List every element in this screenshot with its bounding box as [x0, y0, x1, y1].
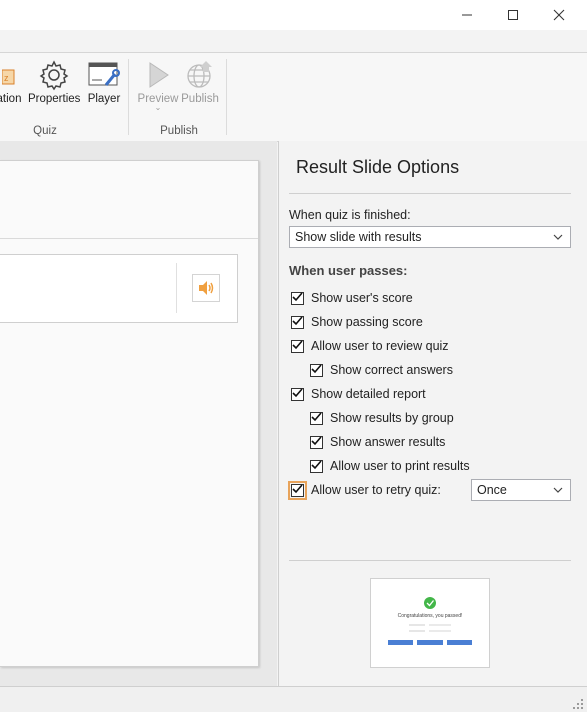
publish-label: Publish — [181, 93, 219, 105]
close-button[interactable] — [536, 0, 582, 30]
checkbox-checked-icon — [291, 291, 304, 305]
animation-button[interactable]: z ation — [0, 57, 24, 105]
allow-print-checkbox[interactable]: Allow user to print results — [310, 458, 470, 474]
checkbox-checked-icon — [288, 480, 307, 500]
minimize-icon — [462, 14, 472, 16]
title-bar — [0, 0, 587, 30]
checkbox-checked-icon — [291, 339, 304, 353]
animation-icon: z — [2, 69, 15, 85]
answer-results-checkbox[interactable]: Show answer results — [310, 434, 445, 450]
answer-results-label: Show answer results — [330, 435, 446, 449]
allow-retry-checkbox[interactable]: Allow user to retry quiz: — [288, 480, 441, 500]
checkbox-checked-icon — [291, 315, 304, 329]
minimize-button[interactable] — [444, 0, 490, 30]
show-score-checkbox[interactable]: Show user's score — [291, 290, 413, 306]
maximize-icon — [508, 10, 518, 20]
checkbox-checked-icon — [310, 435, 323, 449]
animation-label: ation — [0, 93, 22, 105]
checkbox-checked-icon — [310, 363, 323, 377]
group-separator — [128, 59, 129, 135]
preview-message: Congratulations, you passed! — [398, 613, 463, 619]
checkbox-checked-icon — [291, 387, 304, 401]
player-button[interactable]: Player — [86, 57, 122, 105]
player-icon — [88, 62, 120, 86]
close-icon — [553, 9, 565, 21]
retry-count-value: Once — [477, 483, 507, 497]
allow-review-checkbox[interactable]: Allow user to review quiz — [291, 338, 449, 354]
title-divider — [289, 193, 571, 194]
publish-button[interactable]: Publish — [178, 57, 222, 105]
show-passing-checkbox[interactable]: Show passing score — [291, 314, 423, 330]
properties-button[interactable]: Properties — [28, 57, 80, 105]
allow-print-label: Allow user to print results — [330, 459, 470, 473]
show-correct-label: Show correct answers — [330, 363, 453, 377]
play-icon — [149, 62, 169, 88]
results-by-group-label: Show results by group — [330, 411, 454, 425]
speaker-icon — [199, 281, 214, 295]
quiz-group-label: Quiz — [33, 125, 57, 137]
allow-retry-label: Allow user to retry quiz: — [311, 483, 441, 497]
quiz-finished-value: Show slide with results — [295, 230, 422, 244]
maximize-button[interactable] — [490, 0, 536, 30]
quiz-finished-label: When quiz is finished: — [289, 208, 411, 222]
status-bar — [0, 686, 587, 712]
checkbox-checked-icon — [310, 459, 323, 473]
preview-divider — [289, 560, 571, 561]
slide[interactable] — [0, 160, 259, 667]
globe-icon — [187, 61, 212, 88]
quiz-finished-select[interactable]: Show slide with results — [289, 226, 571, 248]
resize-grip-icon[interactable] — [573, 699, 583, 709]
svg-text:z: z — [4, 73, 9, 83]
preview-button[interactable]: Preview ⌄ — [136, 57, 180, 112]
chevron-down-icon — [553, 234, 563, 240]
show-report-checkbox[interactable]: Show detailed report — [291, 386, 426, 402]
slide-divider — [0, 238, 258, 239]
result-slide-preview: Congratulations, you passed! — [370, 578, 490, 668]
preview-dropdown-icon: ⌄ — [154, 103, 162, 112]
show-correct-checkbox[interactable]: Show correct answers — [310, 362, 453, 378]
checkbox-checked-icon — [310, 411, 323, 425]
audio-separator — [176, 263, 177, 313]
properties-label: Properties — [28, 93, 81, 105]
results-by-group-checkbox[interactable]: Show results by group — [310, 410, 454, 426]
panel-title: Result Slide Options — [296, 157, 460, 177]
group-separator — [226, 59, 227, 135]
user-passes-heading: When user passes: — [289, 263, 408, 278]
audio-button[interactable] — [192, 274, 220, 302]
publish-group-label: Publish — [160, 125, 198, 137]
chevron-down-icon — [553, 487, 563, 493]
ribbon: z ation Properties Player Quiz — [0, 52, 587, 142]
retry-count-select[interactable]: Once — [471, 479, 571, 501]
show-report-label: Show detailed report — [311, 387, 426, 401]
preview-graphic: Congratulations, you passed! — [388, 597, 472, 645]
gear-icon — [39, 60, 69, 91]
show-score-label: Show user's score — [311, 291, 413, 305]
allow-review-label: Allow user to review quiz — [311, 339, 449, 353]
show-passing-label: Show passing score — [311, 315, 423, 329]
player-label: Player — [87, 93, 121, 105]
